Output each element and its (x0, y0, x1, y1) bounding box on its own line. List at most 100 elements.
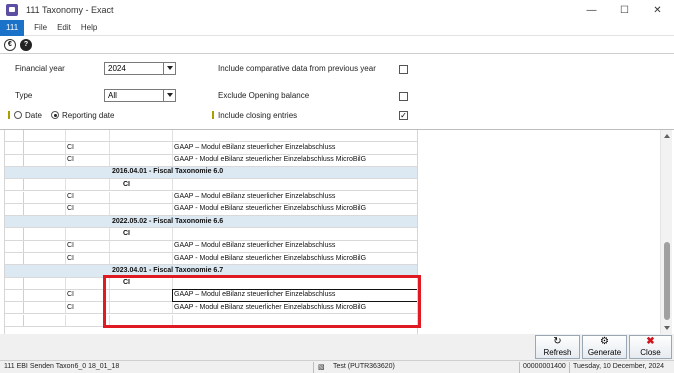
title-bar: 111 Taxonomy - Exact — ☐ ✕ (0, 0, 674, 20)
help-icon[interactable]: ? (20, 38, 32, 51)
column-divider (65, 253, 66, 265)
column-divider (109, 130, 110, 142)
table-row[interactable]: CI (5, 179, 417, 192)
status-divider (569, 362, 570, 373)
cell-subgroup: CI (123, 180, 130, 188)
cell-subgroup: CI (123, 229, 130, 237)
generate-button[interactable]: ⚙ Generate (582, 335, 627, 359)
action-bar: ↻ Refresh ⚙ Generate ✖ Close (0, 334, 674, 360)
status-divider (313, 362, 314, 373)
chevron-down-icon[interactable] (163, 61, 176, 75)
column-divider (109, 142, 110, 154)
vertical-scrollbar[interactable] (660, 130, 672, 334)
type-label: Type (15, 91, 33, 100)
grid-empty-area (417, 130, 658, 334)
exclude-opening-label: Exclude Opening balance (218, 91, 310, 100)
taxonomy-grid-area: CI GAAP – Modul eBilanz steuerlicher Einz… (0, 130, 674, 334)
refresh-button[interactable]: ↻ Refresh (535, 335, 580, 359)
close-button[interactable]: ✖ Close (629, 335, 672, 359)
column-divider (109, 191, 110, 203)
scroll-down-icon[interactable] (661, 322, 673, 334)
date-radio-label: Date (25, 111, 42, 120)
table-row[interactable]: CI GAAP - Modul eBilanz steuerlicher Einz… (5, 154, 417, 167)
window-controls: — ☐ ✕ (575, 0, 674, 20)
row-selector[interactable] (5, 203, 24, 216)
row-selector[interactable] (5, 302, 24, 314)
financial-year-select[interactable]: 2024 (104, 61, 176, 75)
financial-year-value: 2024 (108, 64, 126, 73)
status-bar: 111 EBI Senden Taxon6_0 18_01_18 ▧ Test … (0, 360, 674, 373)
generate-label: Generate (587, 348, 622, 357)
company-tab[interactable]: 111 (0, 19, 25, 36)
required-marker (212, 111, 214, 119)
required-marker (8, 111, 10, 119)
minimize-button[interactable]: — (575, 0, 608, 20)
date-radio[interactable] (14, 111, 22, 119)
row-selector[interactable] (5, 130, 24, 142)
status-date: Tuesday, 10 December, 2024 (573, 363, 665, 370)
cell-description: GAAP - Modul eBilanz steuerlicher Einzel… (174, 156, 367, 164)
cell-description: GAAP – Modul eBilanz steuerlicher Einzel… (174, 143, 336, 151)
menu-edit[interactable]: Edit (57, 23, 71, 32)
column-divider (172, 142, 173, 154)
scroll-up-icon[interactable] (661, 130, 673, 142)
row-selector[interactable] (5, 179, 24, 191)
header-row[interactable] (5, 130, 417, 143)
close-window-button[interactable]: ✕ (641, 0, 674, 20)
include-comparative-checkbox[interactable] (399, 65, 408, 74)
include-closing-checkbox[interactable]: ✓ (399, 111, 408, 120)
column-divider (65, 203, 66, 216)
column-divider (65, 277, 66, 289)
menu-file[interactable]: File (34, 23, 47, 32)
row-selector[interactable] (5, 154, 24, 166)
column-divider (65, 314, 66, 326)
maximize-button[interactable]: ☐ (608, 0, 641, 20)
group-title: 2016.04.01 - Fiscal Taxonomie 6.0 (112, 168, 224, 176)
euro-icon[interactable]: € (4, 38, 16, 51)
row-selector[interactable] (5, 314, 24, 326)
column-divider (172, 228, 173, 240)
group-title: 2022.05.02 - Fiscal Taxonomie 6.6 (112, 217, 224, 225)
cell-code: CI (67, 143, 74, 151)
refresh-label: Refresh (543, 348, 572, 357)
column-divider (65, 130, 66, 142)
reporting-date-radio[interactable] (51, 111, 59, 119)
table-row[interactable]: CI GAAP – Modul eBilanz steuerlicher Einz… (5, 240, 417, 253)
column-divider (109, 228, 110, 240)
table-row[interactable]: CI GAAP - Modul eBilanz steuerlicher Einz… (5, 253, 417, 266)
row-selector[interactable] (5, 253, 24, 265)
cell-description: GAAP – Modul eBilanz steuerlicher Einzel… (174, 242, 336, 250)
row-selector[interactable] (5, 228, 24, 240)
exclude-opening-checkbox[interactable] (399, 92, 408, 101)
column-divider (65, 179, 66, 191)
column-divider (65, 289, 66, 302)
group-row[interactable]: 2022.05.02 - Fiscal Taxonomie 6.6 (5, 216, 417, 229)
row-selector[interactable] (5, 191, 24, 203)
row-selector[interactable] (5, 289, 24, 302)
table-row[interactable]: CI GAAP – Modul eBilanz steuerlicher Einz… (5, 191, 417, 204)
window-title: 111 Taxonomy - Exact (26, 5, 114, 15)
group-row[interactable]: 2016.04.01 - Fiscal Taxonomie 6.0 (5, 166, 417, 180)
column-divider (109, 253, 110, 265)
table-row[interactable]: CI GAAP - Modul eBilanz steuerlicher Einz… (5, 203, 417, 217)
refresh-icon: ↻ (553, 336, 562, 347)
row-selector[interactable] (5, 240, 24, 252)
row-selector[interactable] (5, 142, 24, 154)
status-user: Test (PUTR363620) (333, 363, 395, 370)
type-select[interactable]: All (104, 88, 176, 102)
status-divider (519, 362, 520, 373)
scroll-thumb[interactable] (664, 242, 670, 320)
menu-help[interactable]: Help (81, 23, 97, 32)
cell-code: CI (67, 156, 74, 164)
column-divider (65, 191, 66, 203)
column-divider (109, 179, 110, 191)
cell-description: GAAP - Modul eBilanz steuerlicher Einzel… (174, 254, 367, 262)
status-module: 111 EBI Senden Taxon6_0 18_01_18 (4, 363, 120, 370)
close-label: Close (640, 348, 661, 357)
table-row[interactable]: CI (5, 228, 417, 241)
financial-year-label: Financial year (15, 64, 65, 73)
chevron-down-icon[interactable] (163, 88, 176, 102)
table-row[interactable]: CI GAAP – Modul eBilanz steuerlicher Einz… (5, 142, 417, 155)
row-selector[interactable] (5, 277, 24, 289)
column-divider (172, 130, 173, 142)
